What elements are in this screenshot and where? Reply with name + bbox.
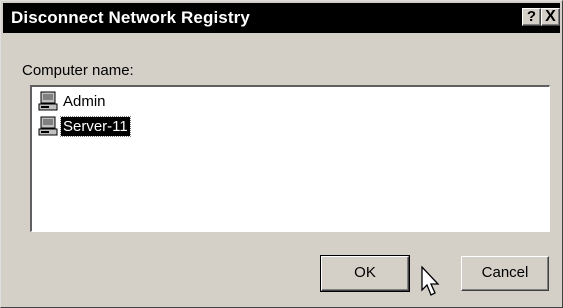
list-item-server-11[interactable]: Server-11 xyxy=(38,115,131,137)
disconnect-dialog: Disconnect Network Registry ? X Computer… xyxy=(0,0,563,308)
list-item-admin[interactable]: Admin xyxy=(38,90,108,112)
title-bar[interactable]: Disconnect Network Registry ? X xyxy=(3,3,560,33)
close-button[interactable]: X xyxy=(541,8,560,26)
dialog-title: Disconnect Network Registry xyxy=(11,8,250,27)
computer-icon xyxy=(38,91,58,111)
computer-icon xyxy=(38,116,58,136)
computer-name-label: Computer name: xyxy=(22,62,134,79)
cancel-button[interactable]: Cancel xyxy=(461,256,549,291)
item-label-admin: Admin xyxy=(63,92,106,110)
item-label-server-11: Server-11 xyxy=(60,115,131,137)
help-button[interactable]: ? xyxy=(522,8,541,26)
mouse-pointer-icon xyxy=(421,266,440,296)
computer-list[interactable]: Admin Server-11 xyxy=(30,85,550,232)
ok-button[interactable]: OK xyxy=(320,255,410,292)
